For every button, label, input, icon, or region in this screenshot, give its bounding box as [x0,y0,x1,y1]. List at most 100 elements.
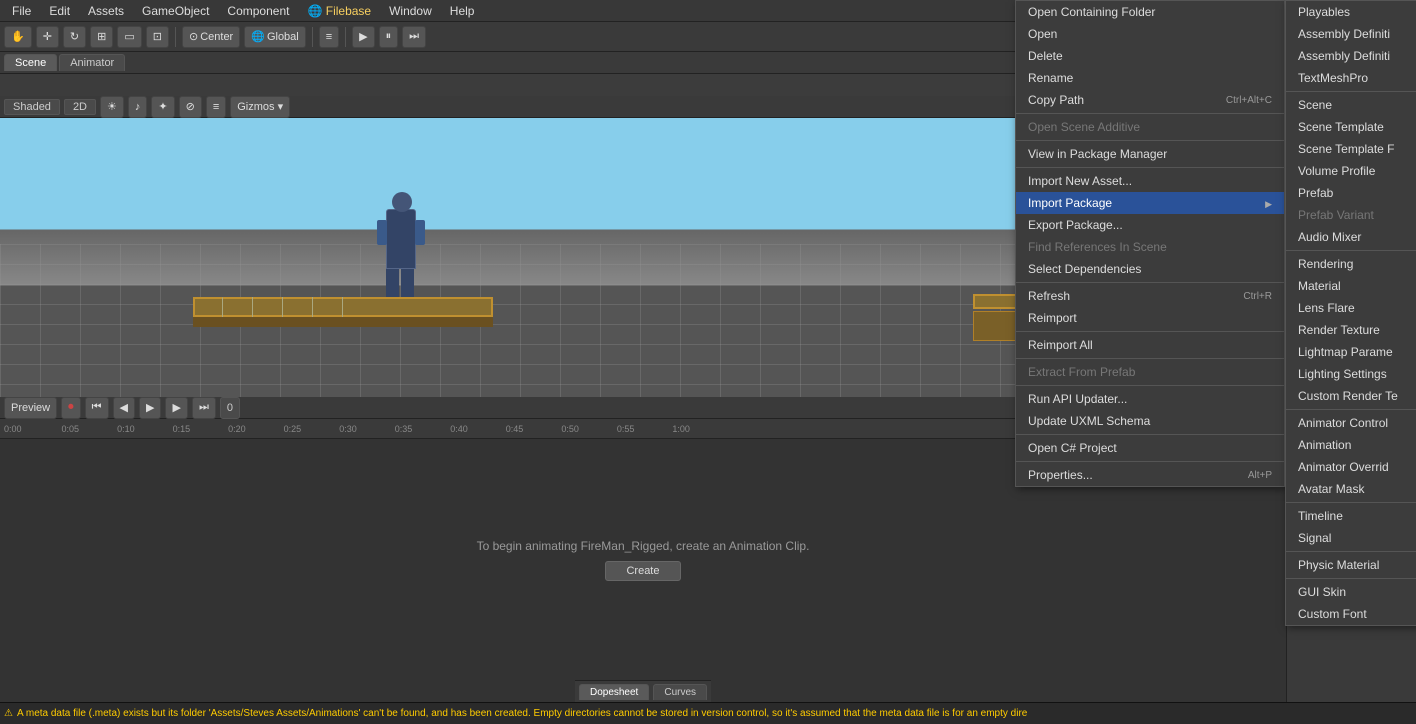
ctx-sub-lighting-settings[interactable]: Lighting Settings [1286,363,1416,385]
ctx-sub-prefab-variant[interactable]: Prefab Variant [1286,204,1416,226]
anim-next-frame-btn[interactable]: ▶ [165,397,187,419]
sep [1016,113,1284,114]
ctx-rename[interactable]: Rename [1016,67,1284,89]
sep [1286,91,1416,92]
hand-tool[interactable]: ✋ [4,26,32,48]
ctx-sub-physic-material[interactable]: Physic Material [1286,554,1416,576]
tab-curves[interactable]: Curves [653,684,707,700]
scene-stats-btn[interactable]: ≡ [206,96,226,118]
ctx-sub-volume-profile[interactable]: Volume Profile [1286,160,1416,182]
ctx-export-package[interactable]: Export Package... [1016,214,1284,236]
scene-audio-btn[interactable]: ♪ [128,96,148,118]
anim-next-key-btn[interactable]: ⏭ [192,397,216,419]
move-tool[interactable]: ✛ [36,26,59,48]
platform-object [193,297,493,327]
ctx-sub-material[interactable]: Material [1286,275,1416,297]
ctx-import-new-asset[interactable]: Import New Asset... [1016,170,1284,192]
ctx-sub-playables[interactable]: Playables [1286,1,1416,23]
scene-light-btn[interactable]: ☀ [100,96,124,118]
sep [1016,358,1284,359]
ctx-copy-path[interactable]: Copy Path Ctrl+Alt+C [1016,89,1284,111]
ctx-properties[interactable]: Properties... Alt+P [1016,464,1284,486]
ctx-sub-assembly-def2[interactable]: Assembly Definiti [1286,45,1416,67]
sep [1286,551,1416,552]
scene-fx-btn[interactable]: ✦ [151,96,174,118]
tab-scene[interactable]: Scene [4,54,57,71]
ctx-sub-audio-mixer[interactable]: Audio Mixer [1286,226,1416,248]
sep [1016,434,1284,435]
create-clip-button[interactable]: Create [605,561,680,581]
status-warning-icon: ⚠ [4,708,13,719]
ctx-open[interactable]: Open [1016,23,1284,45]
ctx-select-dependencies[interactable]: Select Dependencies [1016,258,1284,280]
ctx-find-references[interactable]: Find References In Scene [1016,236,1284,258]
ctx-open-containing[interactable]: Open Containing Folder [1016,1,1284,23]
ctx-sub-render-texture[interactable]: Render Texture [1286,319,1416,341]
menu-window[interactable]: Window [381,2,440,20]
ctx-sub-scene-template-f[interactable]: Scene Template F [1286,138,1416,160]
anim-play-btn[interactable]: ▶ [139,397,161,419]
context-menu-main: Open Containing Folder Open Delete Renam… [1015,0,1285,487]
scene-hidden-btn[interactable]: ⊘ [179,96,202,118]
ctx-open-scene-additive[interactable]: Open Scene Additive [1016,116,1284,138]
ctx-import-package[interactable]: Import Package [1016,192,1284,214]
ctx-run-api-updater[interactable]: Run API Updater... [1016,388,1284,410]
ctx-sub-textmeshpro[interactable]: TextMeshPro [1286,67,1416,89]
ctx-reimport[interactable]: Reimport [1016,307,1284,329]
ctx-sub-scene[interactable]: Scene [1286,94,1416,116]
pause-btn[interactable]: ⏸ [379,26,399,48]
shade-mode-select[interactable]: Shaded [4,99,60,115]
ctx-sub-lightmap-params[interactable]: Lightmap Parame [1286,341,1416,363]
ctx-sub-custom-render-te[interactable]: Custom Render Te [1286,385,1416,407]
gizmos-btn[interactable]: Gizmos ▾ [230,96,290,118]
anim-prev-frame-btn[interactable]: ◀ [113,397,135,419]
ctx-sub-animator-override[interactable]: Animator Overrid [1286,456,1416,478]
ctx-sub-rendering[interactable]: Rendering [1286,253,1416,275]
ctx-delete[interactable]: Delete [1016,45,1284,67]
ctx-reimport-all[interactable]: Reimport All [1016,334,1284,356]
tab-dopesheet[interactable]: Dopesheet [579,684,649,700]
scale-tool[interactable]: ⊞ [90,26,113,48]
anim-prev-key-btn[interactable]: ⏮ [85,397,109,419]
ctx-sub-avatar-mask[interactable]: Avatar Mask [1286,478,1416,500]
ctx-sub-prefab[interactable]: Prefab [1286,182,1416,204]
play-btn[interactable]: ▶ [352,26,374,48]
rect-tool[interactable]: ▭ [117,26,141,48]
anim-record-btn[interactable]: ⏺ [61,397,81,419]
pivot-btn[interactable]: ⊙ Center [182,26,240,48]
ctx-shortcut: Ctrl+R [1243,291,1272,302]
space-btn[interactable]: 🌐 Global [244,26,306,48]
ctx-extract-from-prefab[interactable]: Extract From Prefab [1016,361,1284,383]
ctx-sub-lens-flare[interactable]: Lens Flare [1286,297,1416,319]
ctx-sub-animator-control[interactable]: Animator Control [1286,412,1416,434]
anim-preview-btn[interactable]: Preview [4,397,57,419]
ctx-sub-timeline[interactable]: Timeline [1286,505,1416,527]
rotate-tool[interactable]: ↻ [63,26,86,48]
menu-gameobject[interactable]: GameObject [134,2,217,20]
menu-component[interactable]: Component [219,2,297,20]
2d-toggle[interactable]: 2D [64,99,96,115]
sep2 [312,27,313,47]
transform-tool[interactable]: ⊡ [146,26,169,48]
step-btn[interactable]: ⏭ [402,26,426,48]
ctx-sub-scene-template[interactable]: Scene Template [1286,116,1416,138]
sep [1286,502,1416,503]
ctx-update-uxml[interactable]: Update UXML Schema [1016,410,1284,432]
menu-file[interactable]: File [4,2,39,20]
sep [1016,385,1284,386]
menu-assets[interactable]: Assets [80,2,132,20]
ctx-view-package-manager[interactable]: View in Package Manager [1016,143,1284,165]
layers-btn[interactable]: ≡ [319,26,339,48]
ctx-sub-gui-skin[interactable]: GUI Skin [1286,581,1416,603]
menu-edit[interactable]: Edit [41,2,78,20]
dopesheet-tabs: Dopesheet Curves [575,680,711,702]
ctx-refresh[interactable]: Refresh Ctrl+R [1016,285,1284,307]
ctx-open-csharp[interactable]: Open C# Project [1016,437,1284,459]
ctx-sub-animation[interactable]: Animation [1286,434,1416,456]
menu-help[interactable]: Help [442,2,483,20]
ctx-sub-signal[interactable]: Signal [1286,527,1416,549]
menu-filebase[interactable]: 🌐 Filebase [299,2,379,20]
ctx-sub-custom-font[interactable]: Custom Font [1286,603,1416,625]
ctx-sub-assembly-def1[interactable]: Assembly Definiti [1286,23,1416,45]
tab-animator[interactable]: Animator [59,54,125,71]
